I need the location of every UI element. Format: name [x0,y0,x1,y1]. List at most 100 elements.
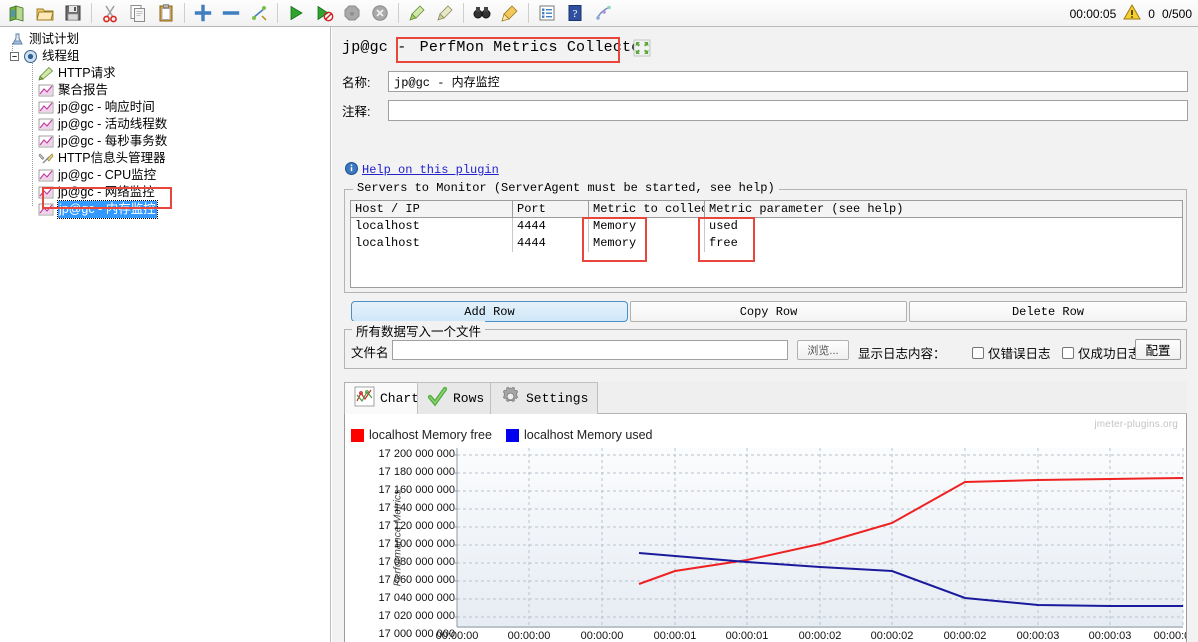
templates-icon[interactable] [589,1,617,25]
listener-icon [37,134,55,150]
cell-parameter[interactable]: free [705,235,1082,252]
page-title-highlight: PerfMon Metrics Collector [419,39,650,56]
success-log-label: 仅成功日志 [1078,347,1141,361]
tree-node-memory-monitor[interactable]: jp@gc - 内存监控 [4,200,330,219]
tree-node-header-manager[interactable]: HTTP信息头管理器 [4,150,330,167]
tree-expand-toggle[interactable] [8,52,21,61]
tab-rows[interactable]: Rows [417,382,495,414]
tab-settings[interactable]: Settings [490,382,599,414]
name-input[interactable]: jp@gc - 内存监控 [388,71,1188,92]
comment-input[interactable] [388,100,1188,121]
warning-icon[interactable] [1123,3,1142,24]
success-log-checkbox-group[interactable]: 仅成功日志 [1062,343,1141,362]
x-tick-label: 00:00:04 [1153,630,1186,642]
save-icon[interactable] [59,1,87,25]
svg-text:■: ■ [350,11,354,18]
copy-icon[interactable] [124,1,152,25]
chart-plot-area [453,448,1184,628]
tree-node-response-time[interactable]: jp@gc - 响应时间 [4,99,330,116]
cell-parameter[interactable]: used [705,218,1082,235]
listener-icon [37,168,55,184]
error-log-checkbox-group[interactable]: 仅错误日志 [972,343,1051,362]
open-icon[interactable] [31,1,59,25]
tree-node-active-threads[interactable]: jp@gc - 活动线程数 [4,116,330,133]
comment-label: 注释: [342,105,371,119]
clear-all-icon[interactable] [431,1,459,25]
write-all-data-group: 所有数据写入一个文件 文件名 浏览... 显示日志内容： 仅错误日志 仅成功日志… [344,321,1187,369]
tree-node-network-monitor[interactable]: jp@gc - 网络监控 [4,184,330,201]
thread-group-icon [21,49,39,65]
paste-icon[interactable] [152,1,180,25]
listener-icon [37,185,55,201]
start-icon[interactable] [282,1,310,25]
show-log-label: 显示日志内容： [858,347,946,361]
tree-node-aggregate-report[interactable]: 聚合报告 [4,82,330,99]
configure-button[interactable]: 配置 [1135,339,1181,360]
tree-node-transactions-per-second[interactable]: jp@gc - 每秒事务数 [4,133,330,150]
column-header-host[interactable]: Host / IP [351,201,513,217]
toolbar-separator [528,3,529,23]
x-tick-label: 00:00:03 [1088,630,1132,642]
cell-host[interactable]: localhost [351,235,513,252]
x-tick-label: 00:00:02 [943,630,987,642]
maximize-icon[interactable] [633,39,651,60]
column-header-port[interactable]: Port [513,201,589,217]
tree-node-label: HTTP请求 [58,66,116,80]
run-status-area: 00:00:05 0 0/500 [1070,0,1192,27]
cell-metric[interactable]: Memory [589,218,705,235]
toolbar-separator [277,3,278,23]
tree-node-label: jp@gc - 活动线程数 [58,117,168,131]
collapse-all-icon[interactable] [217,1,245,25]
column-header-parameter[interactable]: Metric parameter (see help) [705,201,1082,217]
tree-node-cpu-monitor[interactable]: jp@gc - CPU监控 [4,167,330,184]
page-title-prefix: jp@gc - [342,39,416,56]
x-tick-label: 00:00:03 [1016,630,1060,642]
success-log-checkbox[interactable] [1062,346,1074,359]
table-row[interactable]: localhost 4444 Memory free [351,235,1182,252]
filename-input[interactable] [392,340,788,360]
new-test-plan-icon[interactable] [3,1,31,25]
table-row[interactable]: localhost 4444 Memory used [351,218,1182,235]
cell-port[interactable]: 4444 [513,218,589,235]
browse-button[interactable]: 浏览... [797,340,849,360]
cut-icon[interactable] [96,1,124,25]
tree-node-test-plan[interactable]: 测试计划 [4,31,330,48]
test-plan-tree[interactable]: 测试计划 线程组 HTTP请求 聚合报告 jp@gc - 响应时间 jp@gc … [0,27,331,642]
x-tick-label: 00:00:01 [725,630,769,642]
cell-port[interactable]: 4444 [513,235,589,252]
clear-icon[interactable] [403,1,431,25]
stop-icon[interactable]: ■ [338,1,366,25]
performance-chart[interactable]: localhost Memory free localhost Memory u… [344,414,1187,642]
expand-all-icon[interactable] [189,1,217,25]
reset-search-icon[interactable] [496,1,524,25]
info-icon [345,162,358,178]
delete-row-button[interactable]: Delete Row [909,301,1187,322]
cell-metric[interactable]: Memory [589,235,705,252]
tree-node-label: jp@gc - 网络监控 [58,185,155,199]
tree-node-http-request[interactable]: HTTP请求 [4,65,330,82]
help-icon[interactable]: ? [561,1,589,25]
file-group-legend: 所有数据写入一个文件 [352,321,486,340]
servers-group-legend: Servers to Monitor (ServerAgent must be … [353,181,779,195]
header-manager-icon [37,151,55,167]
servers-table[interactable]: Host / IP Port Metric to collect Metric … [350,200,1183,288]
listener-icon [37,83,55,99]
tree-node-label: jp@gc - 内存监控 [57,200,158,219]
tree-node-label: 聚合报告 [58,83,109,97]
x-tick-label: 00:00:00 [435,630,479,642]
shutdown-icon[interactable] [366,1,394,25]
start-no-timers-icon[interactable] [310,1,338,25]
cell-host[interactable]: localhost [351,218,513,235]
copy-row-button[interactable]: Copy Row [630,301,907,322]
search-icon[interactable] [468,1,496,25]
error-log-checkbox[interactable] [972,346,984,359]
add-row-button[interactable]: Add Row [351,301,628,322]
tree-node-thread-group[interactable]: 线程组 [4,48,330,65]
comment-field-row: 注释: [342,100,1188,121]
function-helper-icon[interactable] [533,1,561,25]
elapsed-time: 00:00:05 [1069,6,1117,21]
help-on-plugin-link[interactable]: Help on this plugin [345,162,499,178]
table-header-row: Host / IP Port Metric to collect Metric … [351,201,1182,218]
toggle-icon[interactable] [245,1,273,25]
column-header-metric[interactable]: Metric to collect [589,201,705,217]
